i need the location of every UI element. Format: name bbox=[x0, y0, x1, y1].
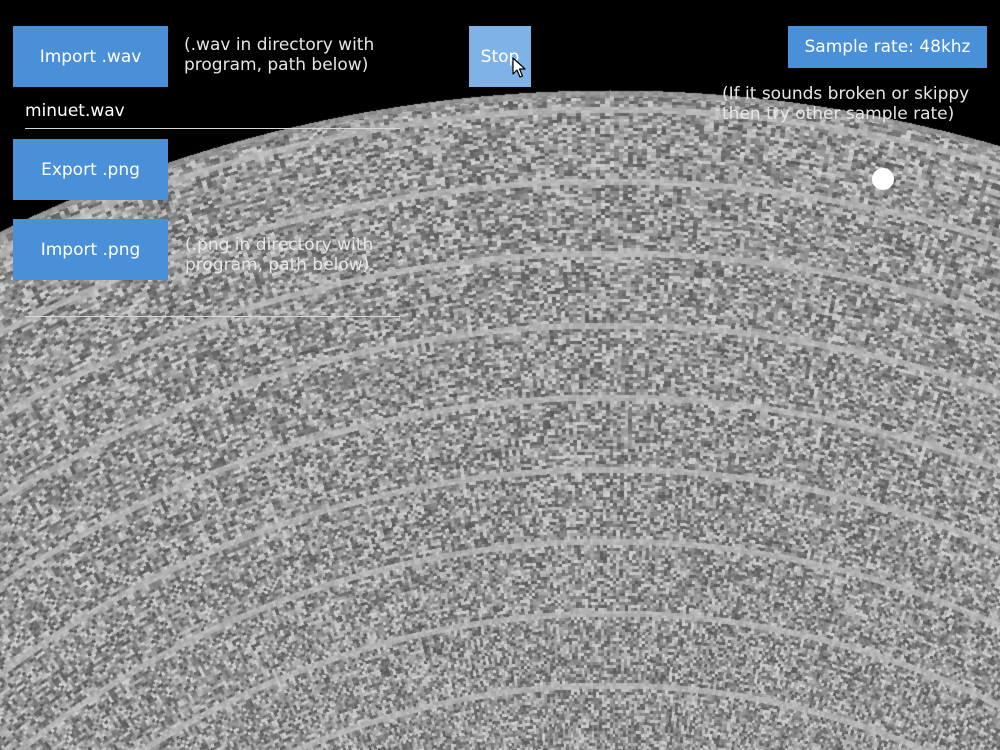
playhead-dot-icon bbox=[872, 168, 894, 190]
sample-rate-button[interactable]: Sample rate: 48khz bbox=[788, 26, 987, 68]
import-png-button[interactable]: Import .png bbox=[13, 219, 168, 280]
export-png-button[interactable]: Export .png bbox=[13, 139, 168, 200]
png-path-input[interactable] bbox=[25, 288, 400, 317]
import-png-note: (.png in directory with program, path be… bbox=[185, 235, 374, 275]
import-wav-button[interactable]: Import .wav bbox=[13, 26, 168, 87]
import-wav-note: (.wav in directory with program, path be… bbox=[184, 35, 375, 75]
sample-rate-note: (If it sounds broken or skippy then try … bbox=[722, 84, 970, 124]
mouse-pointer-icon bbox=[512, 57, 526, 78]
wav-path-input[interactable]: minuet.wav bbox=[25, 100, 400, 129]
